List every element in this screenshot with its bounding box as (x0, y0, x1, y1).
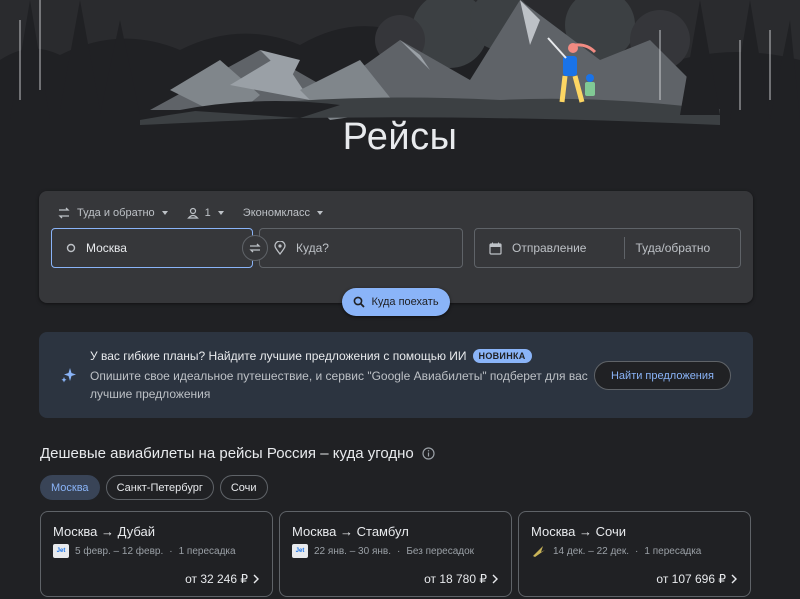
dropdown-arrow-icon (316, 211, 323, 215)
destination-placeholder: Куда? (296, 241, 329, 255)
card-dates: 14 дек. – 22 дек. (553, 545, 630, 557)
separator-dot: · (169, 545, 173, 557)
route-to: Сочи (595, 524, 626, 539)
calendar-icon (489, 242, 502, 255)
card-route: Москва → Сочи (531, 524, 626, 539)
card-dates: 5 февр. – 12 февр. (75, 545, 164, 557)
price-value: от 32 246 ₽ (185, 572, 248, 586)
card-stops: Без пересадок (406, 545, 475, 557)
search-icon (354, 296, 366, 308)
card-dates: 22 янв. – 30 янв. (314, 545, 391, 557)
new-badge: НОВИНКА (472, 349, 532, 363)
ai-banner-title-row: У вас гибкие планы? Найдите лучшие предл… (90, 349, 532, 363)
route-from: Москва (292, 524, 337, 539)
swap-icon (249, 243, 261, 253)
origin-field[interactable]: Москва (51, 228, 253, 268)
origin-value: Москва (86, 241, 127, 255)
location-pin-icon (274, 241, 286, 255)
destination-field[interactable]: Куда? (259, 228, 463, 268)
search-options-row: Туда и обратно 1 Экономкласс (57, 203, 324, 223)
card-meta: Jet 22 янв. – 30 янв. · Без пересадок (292, 544, 474, 558)
route-to: Дубай (117, 524, 155, 539)
ai-banner-title: У вас гибкие планы? Найдите лучшие предл… (90, 349, 467, 363)
explore-button[interactable]: Куда поехать (342, 288, 450, 316)
price-value: от 107 696 ₽ (656, 572, 726, 586)
chevron-right-icon (253, 574, 259, 584)
info-icon[interactable] (422, 447, 435, 460)
chevron-right-icon (731, 574, 737, 584)
destination-card[interactable]: Москва → Дубай Jet 5 февр. – 12 февр. · … (40, 511, 273, 597)
destination-card[interactable]: Москва → Стамбул Jet 22 янв. – 30 янв. ·… (279, 511, 512, 597)
swap-button[interactable] (242, 235, 268, 261)
chip-moscow[interactable]: Москва (40, 475, 100, 500)
price-value: от 18 780 ₽ (424, 572, 487, 586)
flight-search-panel: Туда и обратно 1 Экономкласс Москва Куда… (39, 191, 753, 303)
route-from: Москва (53, 524, 98, 539)
person-icon (186, 207, 199, 219)
dropdown-arrow-icon (217, 211, 224, 215)
page-title: Рейсы (342, 116, 458, 158)
separator-dot: · (635, 545, 639, 557)
explore-label: Куда поехать (371, 296, 439, 308)
city-chips: Москва Санкт-Петербург Сочи (40, 475, 268, 500)
trip-type-label: Туда и обратно (77, 207, 155, 219)
origin-circle-icon (66, 243, 76, 253)
find-deals-button[interactable]: Найти предложения (594, 361, 731, 390)
passengers-count: 1 (204, 207, 211, 219)
card-meta: Jet 5 февр. – 12 февр. · 1 пересадка (53, 544, 236, 558)
airline-logo-icon (531, 544, 547, 558)
airline-logo-icon: Jet (53, 544, 69, 558)
destination-card[interactable]: Москва → Сочи 14 дек. – 22 дек. · 1 пере… (518, 511, 751, 597)
destination-cards: Москва → Дубай Jet 5 февр. – 12 февр. · … (40, 511, 751, 597)
date-divider (624, 237, 626, 259)
chip-sochi[interactable]: Сочи (219, 475, 268, 500)
date-field[interactable]: Отправление Туда/обратно (474, 228, 741, 268)
return-placeholder[interactable]: Туда/обратно (635, 241, 710, 255)
section-title: Дешевые авиабилеты на рейсы Россия – куд… (40, 445, 414, 462)
card-stops: 1 пересадка (178, 545, 236, 557)
chip-saint-petersburg[interactable]: Санкт-Петербург (105, 475, 214, 500)
route-to: Стамбул (356, 524, 409, 539)
card-price: от 32 246 ₽ (185, 572, 260, 586)
ai-banner-description: Опишите свое идеальное путешествие, и се… (90, 369, 588, 401)
card-meta: 14 дек. – 22 дек. · 1 пересадка (531, 544, 701, 558)
cabin-class-dropdown[interactable]: Экономкласс (243, 207, 324, 219)
ai-suggestion-banner: У вас гибкие планы? Найдите лучшие предл… (39, 332, 753, 418)
airline-logo-icon: Jet (292, 544, 308, 558)
swap-arrows-icon (58, 207, 70, 219)
route-from: Москва (531, 524, 576, 539)
sparkle-icon (61, 367, 77, 388)
cabin-class-label: Экономкласс (242, 207, 310, 219)
section-title-row: Дешевые авиабилеты на рейсы Россия – куд… (40, 445, 435, 462)
departure-placeholder[interactable]: Отправление (512, 241, 586, 255)
card-route: Москва → Дубай (53, 524, 155, 539)
card-route: Москва → Стамбул (292, 524, 409, 539)
card-price: от 107 696 ₽ (656, 572, 738, 586)
card-price: от 18 780 ₽ (424, 572, 499, 586)
separator-dot: · (396, 545, 401, 557)
passengers-dropdown[interactable]: 1 (186, 207, 225, 219)
chevron-right-icon (492, 574, 498, 584)
card-stops: 1 пересадка (644, 545, 702, 557)
dropdown-arrow-icon (161, 211, 168, 215)
trip-type-dropdown[interactable]: Туда и обратно (57, 206, 169, 220)
